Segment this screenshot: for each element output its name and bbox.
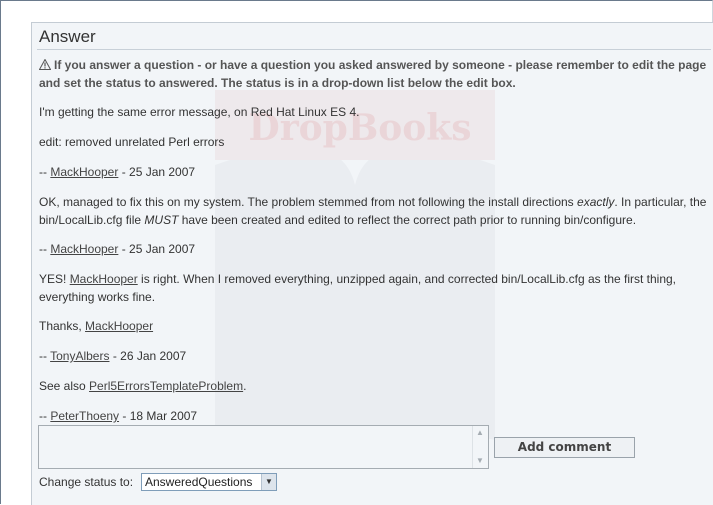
status-select[interactable]: AnsweredQuestions ▼	[141, 473, 277, 491]
author-link[interactable]: MackHooper	[50, 242, 118, 256]
title-divider	[37, 49, 711, 50]
add-comment-button[interactable]: Add comment	[494, 437, 635, 458]
comment-textarea[interactable]: ▲ ▼	[38, 425, 489, 469]
post-text: Thanks, MackHooper	[39, 319, 154, 333]
scroll-up-icon[interactable]: ▲	[475, 428, 485, 438]
status-label: Change status to:	[39, 475, 134, 489]
user-link[interactable]: MackHooper	[85, 319, 153, 333]
answer-notice: If you answer a question - or have a que…	[39, 56, 709, 92]
post-text: OK, managed to fix this on my system. Th…	[39, 195, 707, 227]
status-selected-value: AnsweredQuestions	[145, 475, 253, 489]
post-text: edit: removed unrelated Perl errors	[39, 135, 225, 149]
author-link[interactable]: PeterThoeny	[50, 409, 119, 423]
signature: -- MackHooper - 25 Jan 2007	[39, 242, 196, 256]
post-text: I'm getting the same error message, on R…	[39, 105, 360, 119]
signature: -- PeterThoeny - 18 Mar 2007	[39, 409, 198, 423]
author-link[interactable]: MackHooper	[50, 165, 118, 179]
scroll-down-icon[interactable]: ▼	[475, 456, 485, 466]
textarea-scrollbar[interactable]: ▲ ▼	[472, 426, 488, 468]
notice-text: If you answer a question - or have a que…	[39, 58, 707, 90]
post-text: See also Perl5ErrorsTemplateProblem.	[39, 379, 247, 393]
section-title: Answer	[39, 27, 96, 46]
post-text: YES! MackHooper is right. When I removed…	[39, 272, 677, 304]
topic-link[interactable]: Perl5ErrorsTemplateProblem	[89, 379, 243, 393]
author-link[interactable]: TonyAlbers	[50, 349, 109, 363]
signature: -- TonyAlbers - 26 Jan 2007	[39, 349, 187, 363]
user-link[interactable]: MackHooper	[70, 272, 138, 286]
chevron-down-icon[interactable]: ▼	[261, 474, 276, 490]
signature: -- MackHooper - 25 Jan 2007	[39, 165, 196, 179]
warning-icon	[39, 59, 51, 70]
